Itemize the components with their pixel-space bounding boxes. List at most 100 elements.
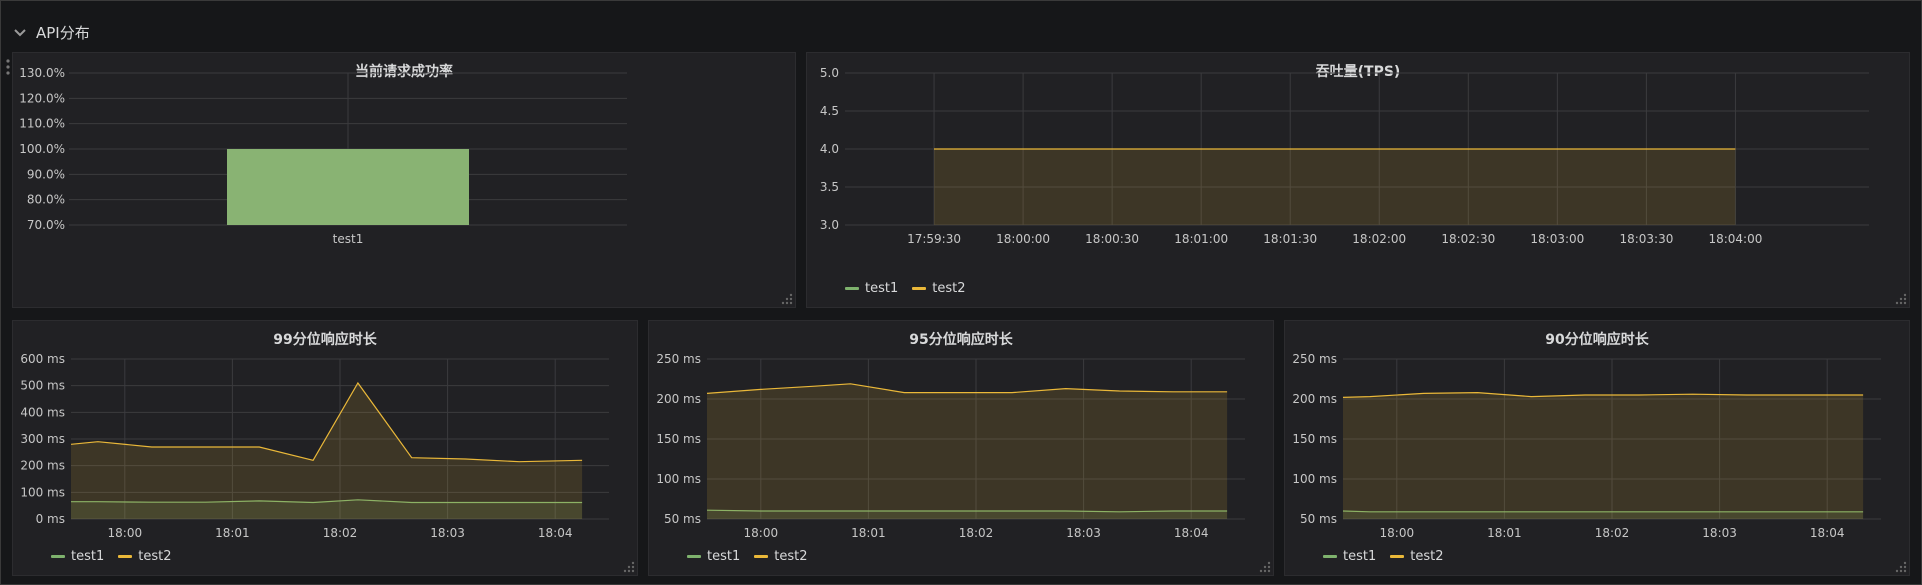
y-tick-label: 150 ms bbox=[1292, 432, 1337, 446]
y-tick-label: 200 ms bbox=[1292, 392, 1337, 406]
legend-item-test1[interactable]: test1 bbox=[51, 549, 104, 564]
x-tick-label: 18:01:00 bbox=[1174, 232, 1228, 246]
y-tick-label: 3.5 bbox=[820, 180, 839, 194]
legend: test1 test2 bbox=[687, 549, 808, 564]
x-tick-label: 18:04 bbox=[1810, 526, 1845, 540]
y-tick-label: 4.0 bbox=[820, 142, 839, 156]
resize-handle-icon[interactable] bbox=[781, 293, 793, 305]
legend-label: test1 bbox=[1343, 549, 1377, 564]
x-tick-label: 18:03 bbox=[1066, 526, 1101, 540]
y-tick-label: 110.0% bbox=[19, 117, 65, 131]
y-tick-label: 100.0% bbox=[19, 142, 65, 156]
y-tick-label: 80.0% bbox=[27, 193, 65, 207]
series-area-test2 bbox=[934, 149, 1736, 225]
x-tick-label: 18:04 bbox=[1174, 526, 1209, 540]
x-tick-label: 18:00 bbox=[1380, 526, 1415, 540]
p99-chart: 0 ms 100 ms 200 ms 300 ms 400 ms 500 ms 600 ms… bbox=[20, 352, 609, 540]
x-tick-label: 18:03 bbox=[1702, 526, 1737, 540]
legend-item-test1[interactable]: test1 bbox=[687, 549, 740, 564]
y-tick-label: 50 ms bbox=[1300, 512, 1337, 526]
panel-tps: 吞吐量(TPS) 3.0 3.5 4.0 4.5 5.0 17:59:30 18:00:00… bbox=[806, 52, 1910, 308]
legend-item-test2[interactable]: test2 bbox=[1390, 549, 1444, 564]
panel-success-rate: 当前请求成功率 70.0% 80.0% 90.0% 100.0% 110.0% 120.0… bbox=[12, 52, 796, 308]
x-tick-label: 18:01 bbox=[1487, 526, 1522, 540]
resize-handle-icon[interactable] bbox=[1895, 293, 1907, 305]
success-rate-chart: 70.0% 80.0% 90.0% 100.0% 110.0% 120.0% 130.0% t… bbox=[19, 66, 627, 246]
x-tick-label: 18:01 bbox=[851, 526, 886, 540]
y-tick-label: 600 ms bbox=[20, 352, 65, 366]
legend-label: test2 bbox=[1410, 549, 1444, 564]
y-tick-label: 70.0% bbox=[27, 218, 65, 232]
y-tick-label: 0 ms bbox=[36, 512, 65, 526]
legend: test1 test2 bbox=[845, 281, 966, 296]
legend-label: test2 bbox=[774, 549, 808, 564]
legend-swatch bbox=[845, 287, 859, 290]
legend-label: test1 bbox=[71, 549, 105, 564]
row-title: API分布 bbox=[36, 23, 90, 42]
legend-item-test1[interactable]: test1 bbox=[1323, 549, 1376, 564]
y-tick-label: 250 ms bbox=[1292, 352, 1337, 366]
x-tick-label: 18:03:00 bbox=[1530, 232, 1584, 246]
x-tick-label: 18:02 bbox=[959, 526, 994, 540]
drag-handle-icon[interactable] bbox=[4, 58, 12, 78]
y-tick-label: 400 ms bbox=[20, 405, 65, 419]
x-tick-label: 18:02:00 bbox=[1352, 232, 1406, 246]
legend-label: test2 bbox=[932, 281, 966, 296]
legend-item-test1[interactable]: test1 bbox=[845, 281, 898, 296]
y-tick-label: 120.0% bbox=[19, 91, 65, 105]
panel-p99: 99分位响应时长 0 ms 100 ms 200 ms 300 ms 400 ms 500… bbox=[12, 320, 638, 576]
x-tick-label: 18:01:30 bbox=[1263, 232, 1317, 246]
legend-swatch bbox=[912, 287, 927, 290]
tps-chart: 3.0 3.5 4.0 4.5 5.0 17:59:30 18:00:00 18:00:30 1… bbox=[820, 66, 1869, 246]
y-tick-label: 200 ms bbox=[656, 392, 701, 406]
y-tick-label: 5.0 bbox=[820, 66, 839, 80]
resize-handle-icon[interactable] bbox=[623, 561, 635, 573]
legend-label: test1 bbox=[707, 549, 741, 564]
x-tick-label: 18:00:30 bbox=[1085, 232, 1139, 246]
x-tick-label: 18:01 bbox=[215, 526, 250, 540]
panel-p90: 90分位响应时长 50 ms 100 ms 150 ms 200 ms 250 ms 18… bbox=[1284, 320, 1910, 576]
legend-item-test2[interactable]: test2 bbox=[754, 549, 808, 564]
x-tick-label: 18:00 bbox=[744, 526, 779, 540]
legend: test1 test2 bbox=[51, 549, 172, 564]
series-area-test2 bbox=[71, 383, 583, 519]
resize-handle-icon[interactable] bbox=[1895, 561, 1907, 573]
x-tick-label: 18:00 bbox=[108, 526, 143, 540]
row-header[interactable]: API分布 bbox=[12, 18, 90, 46]
y-tick-label: 130.0% bbox=[19, 66, 65, 80]
y-tick-label: 50 ms bbox=[664, 512, 701, 526]
y-tick-label: 100 ms bbox=[1292, 472, 1337, 486]
legend-swatch bbox=[1323, 555, 1337, 558]
x-tick-label: 18:03:30 bbox=[1619, 232, 1673, 246]
legend-swatch bbox=[687, 555, 701, 558]
x-tick-label: 18:03 bbox=[430, 526, 465, 540]
legend-swatch bbox=[118, 555, 133, 558]
y-tick-label: 250 ms bbox=[656, 352, 701, 366]
y-tick-label: 90.0% bbox=[27, 167, 65, 181]
x-tick-label: test1 bbox=[333, 232, 364, 246]
series-area-test2 bbox=[707, 383, 1228, 519]
y-tick-label: 200 ms bbox=[20, 459, 65, 473]
x-tick-label: 18:02 bbox=[1595, 526, 1630, 540]
chevron-down-icon[interactable] bbox=[12, 24, 28, 40]
legend-swatch bbox=[51, 555, 65, 558]
x-tick-label: 18:02:30 bbox=[1441, 232, 1495, 246]
y-tick-label: 100 ms bbox=[20, 485, 65, 499]
y-tick-label: 500 ms bbox=[20, 379, 65, 393]
series-area-test2 bbox=[1343, 392, 1864, 519]
resize-handle-icon[interactable] bbox=[1259, 561, 1271, 573]
panel-p95: 95分位响应时长 50 ms 100 ms 150 ms 200 ms 250 ms 18… bbox=[648, 320, 1274, 576]
p90-chart: 50 ms 100 ms 150 ms 200 ms 250 ms 18:00 18:01 1… bbox=[1292, 352, 1881, 540]
x-tick-label: 17:59:30 bbox=[907, 232, 961, 246]
legend-label: test2 bbox=[138, 549, 172, 564]
legend-item-test2[interactable]: test2 bbox=[912, 281, 966, 296]
legend-item-test2[interactable]: test2 bbox=[118, 549, 172, 564]
y-tick-label: 3.0 bbox=[820, 218, 839, 232]
y-tick-label: 4.5 bbox=[820, 104, 839, 118]
legend-label: test1 bbox=[865, 281, 899, 296]
y-tick-label: 100 ms bbox=[656, 472, 701, 486]
legend-swatch bbox=[754, 555, 769, 558]
x-tick-label: 18:04 bbox=[538, 526, 573, 540]
x-tick-label: 18:02 bbox=[323, 526, 358, 540]
legend: test1 test2 bbox=[1323, 549, 1444, 564]
